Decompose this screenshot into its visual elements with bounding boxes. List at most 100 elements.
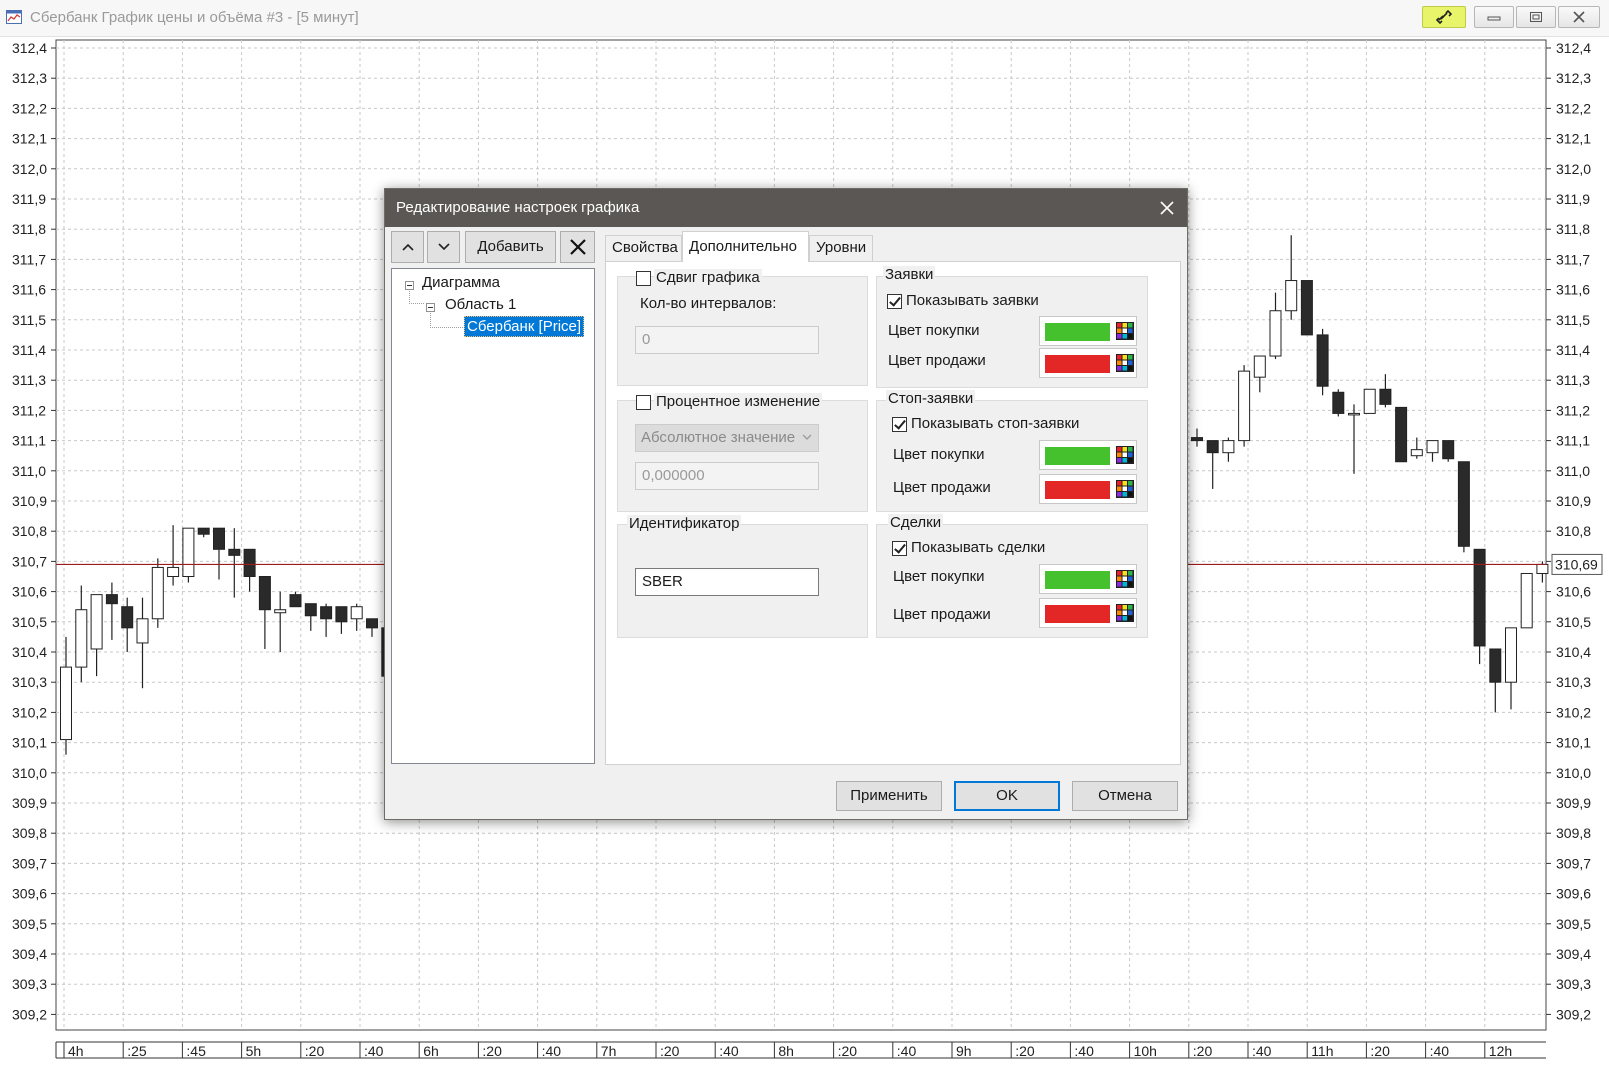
candle <box>1300 280 1313 336</box>
identifier-input[interactable]: SBER <box>635 568 819 596</box>
link-button[interactable] <box>1422 6 1466 28</box>
trades-title: Сделки <box>888 514 944 531</box>
price-tick-label: 309,4 <box>12 946 47 962</box>
price-tick-label: 309,3 <box>12 976 47 992</box>
candle <box>1489 648 1502 713</box>
cancel-button[interactable]: Отмена <box>1072 781 1178 811</box>
identifier-label: Идентификатор <box>627 515 742 532</box>
percent-mode-value: Абсолютное значение <box>641 429 796 446</box>
candle <box>228 528 241 598</box>
show-trades-checkbox[interactable] <box>892 541 907 556</box>
orders-sell-label: Цвет продажи <box>888 352 986 369</box>
percent-value-input[interactable]: 0,000000 <box>635 462 819 490</box>
price-tick-label: 310,3 <box>12 674 47 690</box>
price-axis-right: 312,4 312,3 312,2 312,1 312,0 311,9 311,8 311,7… <box>1546 40 1591 1022</box>
stop-sell-color-picker[interactable] <box>1039 474 1137 504</box>
price-tick-label: 311,4 <box>12 342 46 358</box>
tree-line <box>430 313 465 328</box>
price-tick-label: 309,2 <box>12 1006 47 1022</box>
candle <box>167 525 180 586</box>
orders-buy-color-picker[interactable] <box>1039 316 1137 346</box>
tree-collapse-icon[interactable] <box>405 281 414 290</box>
minimize-button[interactable] <box>1474 6 1514 28</box>
price-tick-label: 310,8 <box>12 523 47 539</box>
ok-button[interactable]: OK <box>954 781 1060 811</box>
time-tick-label: :40 <box>364 1043 384 1059</box>
price-tick-label: 311,3 <box>12 372 46 388</box>
price-tick-label: 312,2 <box>12 100 47 116</box>
chevron-down-icon <box>437 243 450 251</box>
window-titlebar: Сбербанк График цены и объёма #3 - [5 ми… <box>0 0 1609 37</box>
show-stop-orders-checkbox[interactable] <box>892 417 907 432</box>
shift-checkbox[interactable] <box>636 271 651 286</box>
time-tick-label: 9h <box>956 1043 972 1059</box>
stop-buy-color-picker[interactable] <box>1039 440 1137 470</box>
candle <box>136 597 149 689</box>
window-title: Сбербанк График цены и объёма #3 - [5 ми… <box>30 9 359 26</box>
price-tick-label: 309,5 <box>12 916 47 932</box>
time-tick-label: :40 <box>542 1043 562 1059</box>
candle <box>366 618 378 637</box>
objects-tree[interactable]: Диаграмма Область 1 Сбербанк [Price] <box>391 268 595 764</box>
chart-settings-dialog: Редактирование настроек графика Добавить… <box>384 188 1188 820</box>
tab-advanced[interactable]: Дополнительно <box>682 231 809 262</box>
tree-node-area[interactable]: Область 1 <box>445 296 516 313</box>
percent-mode-select[interactable]: Абсолютное значение <box>635 424 819 452</box>
delete-button[interactable] <box>560 231 595 263</box>
price-tick-label: 310,5 <box>1556 614 1591 630</box>
move-down-button[interactable] <box>427 231 460 263</box>
price-tick-label: 311,3 <box>1556 372 1590 388</box>
delete-x-icon <box>569 239 586 255</box>
candle <box>304 603 317 631</box>
apply-button[interactable]: Применить <box>836 781 942 811</box>
price-tick-label: 312,0 <box>1556 161 1591 177</box>
candle <box>1206 440 1219 489</box>
candle <box>90 594 103 677</box>
tree-node-diagram[interactable]: Диаграмма <box>422 274 500 291</box>
move-up-button[interactable] <box>391 231 424 263</box>
close-window-button[interactable] <box>1558 6 1600 28</box>
candle <box>289 591 302 608</box>
price-tick-label: 312,0 <box>12 161 47 177</box>
trades-buy-color-picker[interactable] <box>1039 564 1137 594</box>
intervals-input[interactable]: 0 <box>635 326 819 354</box>
price-tick-label: 310,1 <box>1556 735 1591 751</box>
time-tick-label: :40 <box>1252 1043 1272 1059</box>
time-tick-label: :20 <box>838 1043 858 1059</box>
price-tick-label: 309,7 <box>12 855 47 871</box>
tab-properties[interactable]: Свойства <box>605 235 682 261</box>
price-tick-label: 309,2 <box>1556 1006 1591 1022</box>
chevron-up-icon <box>401 243 414 251</box>
chart-app-icon <box>6 10 22 24</box>
trades-sell-color-picker[interactable] <box>1039 598 1137 628</box>
candle <box>258 576 271 649</box>
time-tick-label: 6h <box>423 1043 439 1059</box>
candle <box>213 527 225 580</box>
price-tick-label: 310,9 <box>12 493 47 509</box>
tree-collapse-icon[interactable] <box>426 303 435 312</box>
candle <box>1457 461 1470 553</box>
price-tick-label: 309,8 <box>1556 825 1591 841</box>
maximize-button[interactable] <box>1516 6 1556 28</box>
palette-icon <box>1116 322 1134 340</box>
percent-checkbox[interactable] <box>636 395 651 410</box>
price-tick-label: 311,8 <box>12 221 46 237</box>
price-tick-label: 309,7 <box>1556 855 1591 871</box>
tree-node-series[interactable]: Сбербанк [Price] <box>464 316 585 337</box>
add-button[interactable]: Добавить <box>465 231 556 263</box>
dialog-close-icon[interactable] <box>1157 198 1177 218</box>
orders-sell-color-picker[interactable] <box>1039 348 1137 378</box>
price-tick-label: 311,4 <box>1556 342 1590 358</box>
price-tick-label: 311,1 <box>12 433 46 449</box>
percent-checkbox-label: Процентное изменение <box>654 393 823 410</box>
dialog-titlebar: Редактирование настроек графика <box>385 189 1187 227</box>
price-tick-label: 309,5 <box>1556 916 1591 932</box>
tree-line <box>409 291 424 304</box>
tab-levels[interactable]: Уровни <box>809 235 873 261</box>
show-orders-checkbox[interactable] <box>887 294 902 309</box>
time-tick-label: :40 <box>1430 1043 1450 1059</box>
price-tick-label: 311,5 <box>1556 312 1590 328</box>
close-icon <box>1573 11 1585 23</box>
candle <box>320 603 333 637</box>
candle <box>1222 437 1235 462</box>
